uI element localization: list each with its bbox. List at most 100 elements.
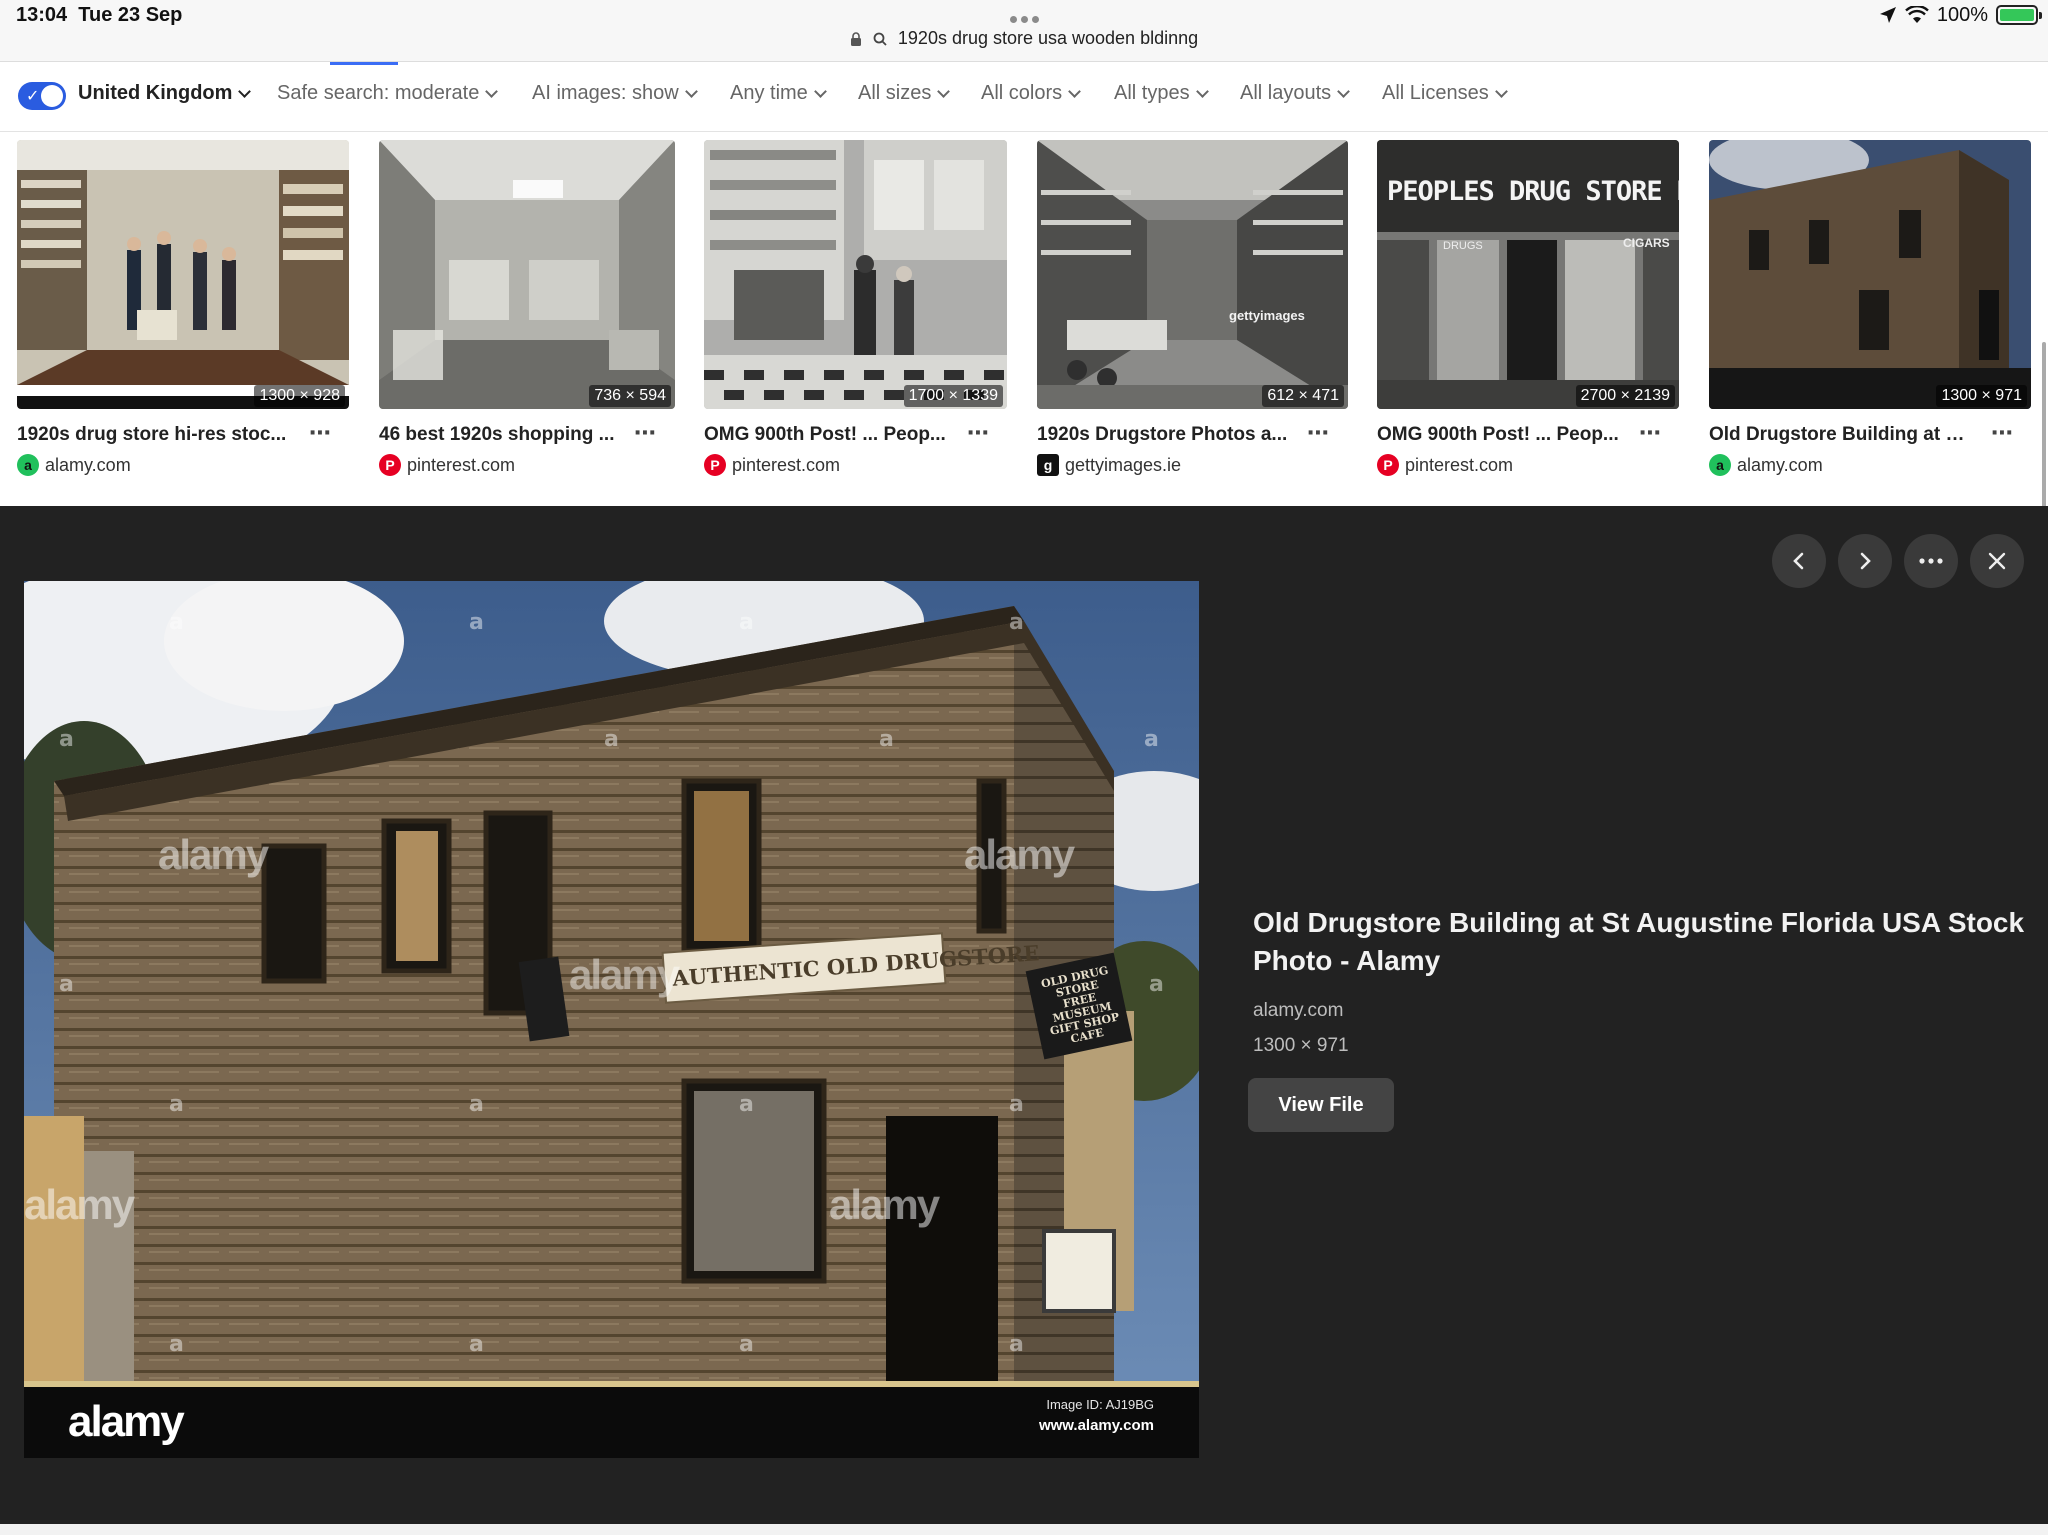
svg-text:a: a [59, 727, 74, 752]
alamy-icon: a [1709, 454, 1731, 476]
result-source[interactable]: g gettyimages.ie [1037, 454, 1181, 476]
svg-text:a: a [169, 1332, 184, 1357]
watermark: alamy [829, 1181, 940, 1228]
chevron-down-icon [485, 84, 499, 98]
svg-text:a: a [469, 1092, 484, 1117]
region-filter[interactable]: United Kingdom [78, 82, 252, 105]
license-filter[interactable]: All Licenses [1382, 82, 1508, 105]
result-card[interactable]: 1300 × 928 1920s drug store hi-res stoc.… [17, 140, 349, 476]
chevron-down-icon [238, 84, 252, 98]
more-options-icon[interactable]: ⋯ [1639, 420, 1662, 446]
url-text[interactable]: 1920s drug store usa wooden bldinng [898, 28, 1198, 48]
watermark: alamy [569, 951, 680, 998]
more-options-icon[interactable]: ⋯ [634, 420, 657, 446]
preview-image[interactable]: a a a a a a a a a a a a a a a a a a alamy alamy alamy… [24, 581, 1199, 1458]
pinterest-icon: P [379, 454, 401, 476]
result-title[interactable]: OMG 900th Post! ... Peop... [1377, 424, 1619, 446]
image-results: 1300 × 928 1920s drug store hi-res stoc.… [0, 132, 2048, 617]
image-dimensions: 612 × 471 [1262, 385, 1344, 407]
result-title[interactable]: 1920s Drugstore Photos a... [1037, 424, 1288, 446]
store-interior-photo [379, 140, 675, 409]
svg-text:a: a [879, 727, 894, 752]
chevron-down-icon [1068, 84, 1082, 98]
result-thumbnail[interactable]: gettyimages 612 × 471 [1037, 140, 1348, 409]
more-options-icon[interactable]: ⋯ [309, 420, 332, 446]
watermark: alamy [158, 831, 269, 878]
drugstore-aisle-photo [1037, 140, 1348, 409]
view-file-button[interactable]: View File [1248, 1078, 1394, 1132]
result-source[interactable]: a alamy.com [17, 454, 131, 476]
chevron-left-icon [1793, 552, 1804, 570]
chevron-down-icon [1494, 84, 1508, 98]
detail-source[interactable]: alamy.com [1253, 1000, 1343, 1022]
result-card[interactable]: 1300 × 971 Old Drugstore Building at S..… [1709, 140, 2031, 476]
chevron-down-icon [1337, 84, 1351, 98]
region-toggle[interactable]: ✓ [18, 82, 66, 110]
more-options-icon[interactable]: ⋯ [1307, 420, 1330, 446]
svg-text:a: a [1009, 1092, 1024, 1117]
alamy-logo: alamy [68, 1397, 185, 1446]
svg-text:a: a [604, 727, 619, 752]
svg-text:a: a [1149, 972, 1164, 997]
result-thumbnail[interactable]: 1700 × 1339 [704, 140, 1007, 409]
result-card[interactable]: PEOPLES DRUG STORE Nº3 DRUGS CIGARS 2700… [1377, 140, 1679, 476]
chevron-right-icon [1860, 552, 1871, 570]
ai-images-filter[interactable]: AI images: show [532, 82, 698, 105]
more-options-button[interactable] [1904, 534, 1958, 588]
next-button[interactable] [1838, 534, 1892, 588]
more-options-icon[interactable]: ⋯ [967, 420, 990, 446]
svg-text:a: a [739, 610, 754, 635]
detail-title[interactable]: Old Drugstore Building at St Augustine F… [1253, 904, 2033, 980]
chevron-down-icon [813, 84, 827, 98]
peoples-drug-store-sign: PEOPLES DRUG STORE Nº3 [1387, 176, 1679, 207]
multitasking-dots[interactable] [1008, 10, 1048, 23]
watermark: alamy [24, 1181, 135, 1228]
previous-button[interactable] [1772, 534, 1826, 588]
svg-text:a: a [169, 610, 184, 635]
chevron-down-icon [1195, 84, 1209, 98]
location-arrow-icon [1879, 7, 1896, 23]
search-icon [873, 32, 887, 46]
svg-text:a: a [1144, 727, 1159, 752]
image-dimensions: 2700 × 2139 [1575, 385, 1675, 407]
result-title[interactable]: 1920s drug store hi-res stoc... [17, 424, 289, 446]
ellipsis-icon [1919, 558, 1943, 564]
safe-search-filter[interactable]: Safe search: moderate [277, 82, 499, 105]
result-card[interactable]: 1700 × 1339 OMG 900th Post! ... Peop... … [704, 140, 1007, 476]
result-source[interactable]: Ppinterest.com [379, 454, 515, 476]
time-filter[interactable]: Any time [730, 82, 827, 105]
layout-filter[interactable]: All layouts [1240, 82, 1351, 105]
result-title[interactable]: Old Drugstore Building at S... [1709, 424, 1971, 446]
chevron-down-icon [684, 84, 698, 98]
close-button[interactable] [1970, 534, 2024, 588]
result-title[interactable]: 46 best 1920s shopping ... [379, 424, 615, 446]
status-icons: 100% [1879, 2, 2042, 28]
size-filter[interactable]: All sizes [858, 82, 951, 105]
result-source[interactable]: Ppinterest.com [1377, 454, 1513, 476]
color-filter[interactable]: All colors [981, 82, 1082, 105]
old-drugstore-building-photo: a a a a a a a a a a a a a a a a a a [24, 581, 1199, 1458]
result-source[interactable]: a alamy.com [1709, 454, 1823, 476]
image-dimensions: 1300 × 971 [1936, 385, 2027, 407]
result-card[interactable]: 736 × 594 46 best 1920s shopping ... ⋯ P… [379, 140, 675, 476]
result-thumbnail[interactable]: PEOPLES DRUG STORE Nº3 DRUGS CIGARS 2700… [1377, 140, 1679, 409]
result-thumbnail[interactable]: 1300 × 971 [1709, 140, 2031, 409]
svg-text:a: a [739, 1092, 754, 1117]
result-title[interactable]: OMG 900th Post! ... Peop... [704, 424, 947, 446]
svg-text:a: a [59, 972, 74, 997]
chevron-down-icon [937, 84, 951, 98]
svg-text:a: a [469, 610, 484, 635]
getty-icon: g [1037, 454, 1059, 476]
pinterest-icon: P [1377, 454, 1399, 476]
result-thumbnail[interactable]: 736 × 594 [379, 140, 675, 409]
result-thumbnail[interactable]: 1300 × 928 [17, 140, 349, 409]
lock-icon [850, 32, 861, 47]
more-options-icon[interactable]: ⋯ [1991, 420, 2014, 446]
address-bar[interactable]: 1920s drug store usa wooden bldinng [0, 28, 2048, 49]
type-filter[interactable]: All types [1114, 82, 1209, 105]
image-dimensions: 1300 × 928 [254, 385, 345, 407]
result-source[interactable]: Ppinterest.com [704, 454, 840, 476]
result-card[interactable]: gettyimages 612 × 471 1920s Drugstore Ph… [1037, 140, 1348, 476]
alamy-site: www.alamy.com [1038, 1417, 1154, 1434]
svg-text:a: a [1009, 610, 1024, 635]
